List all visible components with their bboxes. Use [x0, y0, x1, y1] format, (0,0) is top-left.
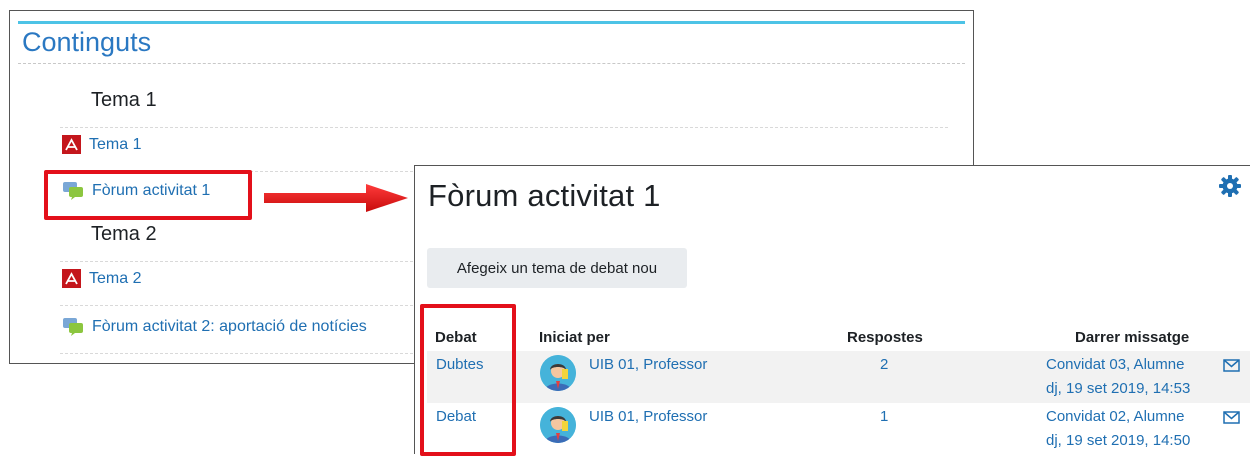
forum-title: Fòrum activitat 1 — [428, 178, 661, 213]
pdf-icon — [62, 135, 81, 154]
activity-pdf-tema-1[interactable]: Tema 1 — [62, 135, 141, 154]
gear-icon[interactable] — [1218, 174, 1242, 198]
accent-bar — [18, 21, 965, 24]
replies-link[interactable]: 2 — [880, 356, 888, 373]
mail-icon[interactable] — [1223, 359, 1240, 372]
contents-heading: Continguts — [22, 27, 152, 57]
activity-link[interactable]: Tema 2 — [89, 270, 141, 288]
forum-icon — [62, 317, 84, 336]
pdf-icon — [62, 269, 81, 288]
mail-icon[interactable] — [1223, 411, 1240, 424]
column-header-started-by[interactable]: Iniciat per — [539, 329, 610, 346]
author-link[interactable]: UIB 01, Professor — [589, 356, 707, 373]
heading-divider — [18, 63, 965, 64]
activity-link[interactable]: Tema 1 — [89, 136, 141, 154]
activity-forum-2[interactable]: Fòrum activitat 2: aportació de notícies — [62, 317, 367, 336]
last-post-author-link[interactable]: Convidat 02, Alumne — [1046, 408, 1184, 425]
arrow-icon — [264, 184, 408, 212]
divider — [60, 127, 948, 128]
replies-link[interactable]: 1 — [880, 408, 888, 425]
avatar[interactable] — [540, 407, 576, 443]
section-title-2: Tema 2 — [91, 223, 157, 245]
last-post-date-link[interactable]: dj, 19 set 2019, 14:53 — [1046, 380, 1190, 397]
avatar[interactable] — [540, 355, 576, 391]
column-header-last-post[interactable]: Darrer missatge — [1075, 329, 1189, 346]
activity-link[interactable]: Fòrum activitat 2: aportació de notícies — [92, 318, 367, 336]
highlight-box-debat-column — [420, 304, 516, 456]
table-row: Dubtes UIB 01, Professor 2 Convidat 03, … — [427, 351, 1250, 403]
activity-pdf-tema-2[interactable]: Tema 2 — [62, 269, 141, 288]
forum-panel: Fòrum activitat 1 Afegeix un tema de deb… — [414, 165, 1250, 454]
highlight-box-forum-link — [44, 170, 252, 220]
last-post-date-link[interactable]: dj, 19 set 2019, 14:50 — [1046, 432, 1190, 449]
table-row: Debat UIB 01, Professor 1 Convidat 02, A… — [427, 403, 1250, 454]
author-link[interactable]: UIB 01, Professor — [589, 408, 707, 425]
section-title-1: Tema 1 — [91, 89, 157, 111]
column-header-replies[interactable]: Respostes — [847, 329, 923, 346]
last-post-author-link[interactable]: Convidat 03, Alumne — [1046, 356, 1184, 373]
add-discussion-button[interactable]: Afegeix un tema de debat nou — [427, 248, 687, 288]
